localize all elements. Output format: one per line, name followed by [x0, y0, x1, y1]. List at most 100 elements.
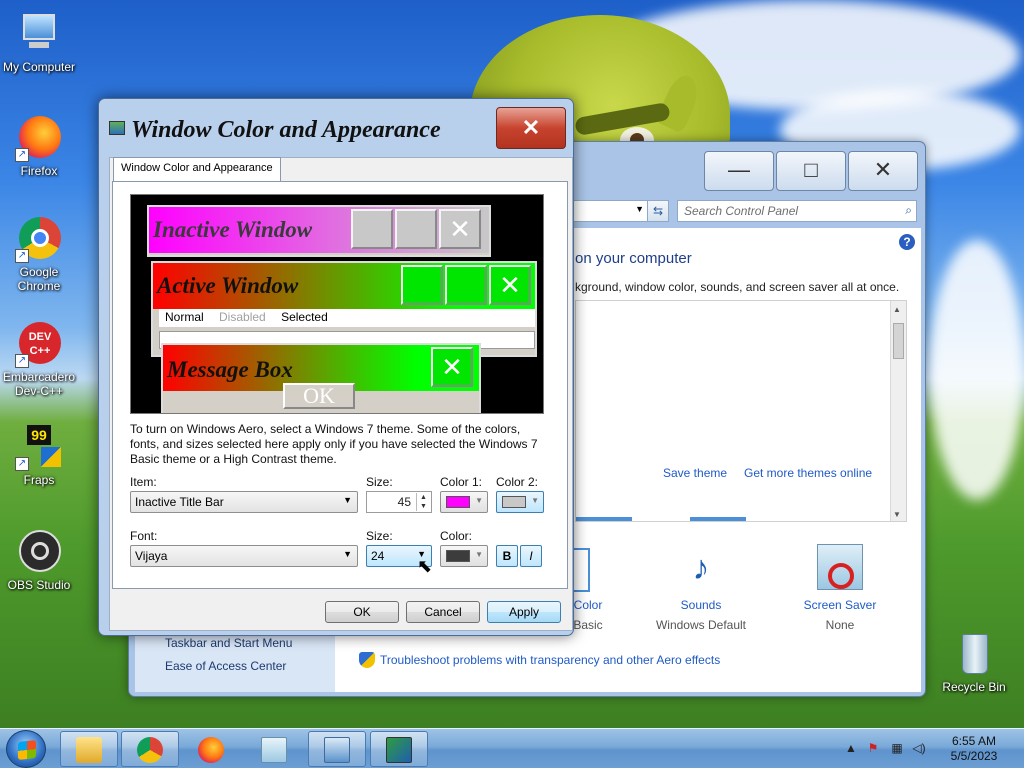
taskbar: ▲ ⚑ ▦ ◁) 6:55 AM 5/5/2023	[0, 728, 1024, 768]
ease-of-access-link[interactable]: Ease of Access Center	[165, 659, 286, 673]
screen-saver-item[interactable]: Screen Saver None	[780, 544, 900, 632]
font-size-select[interactable]: 24 ▼ ⬉	[366, 545, 432, 576]
taskbar-display-settings[interactable]	[370, 731, 428, 767]
sounds-item[interactable]: ♪ Sounds Windows Default	[641, 544, 761, 632]
clock[interactable]: 6:55 AM 5/5/2023	[934, 734, 1014, 764]
chevron-down-icon: ▼	[475, 550, 483, 559]
taskbar-notepad[interactable]	[245, 731, 303, 767]
taskbar-chrome[interactable]	[121, 731, 179, 767]
shrek-brow	[574, 101, 671, 137]
preview-ok-button[interactable]: OK	[283, 383, 355, 409]
taskbar-explorer[interactable]	[60, 731, 118, 767]
font-color-button[interactable]: ▼	[440, 545, 488, 567]
search-placeholder: Search Control Panel	[684, 204, 799, 218]
show-hidden-icons-icon[interactable]: ▲	[844, 741, 858, 755]
scroll-thumb[interactable]	[893, 323, 904, 359]
themes-list[interactable]: ▲ ▼	[575, 300, 907, 522]
item-select[interactable]: Inactive Title Bar ▼	[130, 491, 358, 513]
control-panel-icon	[324, 737, 350, 763]
font-color-swatch	[446, 550, 470, 562]
scroll-up-icon[interactable]: ▲	[893, 305, 901, 314]
dialog-close-button[interactable]: ✕	[496, 107, 566, 149]
desktop-icon-fraps[interactable]: 99 ↗ Fraps	[1, 423, 77, 487]
volume-icon[interactable]: ◁)	[912, 741, 926, 755]
apply-button[interactable]: Apply	[487, 601, 561, 623]
desktop-icon-recycle-bin[interactable]: Recycle Bin	[936, 630, 1012, 694]
preview-close-icon: ✕	[431, 347, 473, 387]
font-select[interactable]: Vijaya ▼	[130, 545, 358, 567]
shortcut-arrow-icon: ↗	[15, 148, 29, 162]
desktop-icon-devcpp[interactable]: DEV C++ ↗ Embarcadero Dev-C++	[1, 320, 77, 398]
taskbar-control-panel[interactable]	[308, 731, 366, 767]
preview-menu-bar[interactable]: Normal Disabled Selected	[159, 309, 535, 327]
network-icon[interactable]: ▦	[890, 741, 904, 755]
shield-icon	[359, 652, 375, 668]
tab-window-color-appearance[interactable]: Window Color and Appearance	[113, 157, 281, 181]
folder-icon	[76, 737, 102, 763]
bold-button[interactable]: B	[496, 545, 518, 567]
taskbar-firefox[interactable]	[182, 731, 240, 767]
menu-disabled[interactable]: Disabled	[213, 309, 272, 325]
color2-swatch	[502, 496, 526, 508]
theme-thumbnail-edge	[576, 517, 632, 521]
shortcut-arrow-icon: ↗	[15, 354, 29, 368]
desktop-icon-chrome[interactable]: ↗ Google Chrome	[1, 215, 77, 293]
minimize-button[interactable]: —	[704, 151, 774, 191]
close-button[interactable]: ✕	[848, 151, 918, 191]
refresh-button[interactable]: ⇆	[647, 200, 669, 222]
help-icon[interactable]: ?	[899, 234, 915, 250]
desktop-icon-my-computer[interactable]: My Computer	[1, 10, 77, 74]
color2-button[interactable]: ▼	[496, 491, 544, 513]
action-center-flag-icon[interactable]: ⚑	[866, 741, 880, 755]
menu-selected[interactable]: Selected	[275, 309, 334, 325]
appearance-preview[interactable]: Inactive Window ✕ Active Window ✕ Normal…	[130, 194, 544, 414]
chevron-down-icon: ▼	[475, 496, 483, 505]
font-select-value: Vijaya	[135, 549, 168, 563]
item-caption[interactable]: Sounds	[641, 598, 761, 612]
cloud	[930, 240, 1024, 500]
get-more-themes-link[interactable]: Get more themes online	[744, 466, 872, 480]
window-color-appearance-dialog[interactable]: Window Color and Appearance ✕ Window Col…	[98, 98, 574, 636]
preview-inactive-window[interactable]: Inactive Window ✕	[147, 205, 491, 257]
cancel-button[interactable]: Cancel	[406, 601, 480, 623]
start-button[interactable]	[6, 730, 46, 768]
save-theme-link[interactable]: Save theme	[663, 466, 727, 480]
spin-buttons[interactable]: ▲ ▼	[416, 493, 430, 511]
shortcut-arrow-icon: ↗	[15, 457, 29, 471]
item-caption[interactable]: Screen Saver	[780, 598, 900, 612]
aero-description: To turn on Windows Aero, select a Window…	[130, 422, 538, 466]
desktop-icon-label: Recycle Bin	[942, 680, 1006, 694]
sounds-icon: ♪	[692, 549, 710, 587]
clock-date: 5/5/2023	[950, 749, 998, 763]
color2-label: Color 2:	[496, 475, 539, 489]
chevron-down-icon[interactable]: ▼	[635, 204, 644, 214]
desktop-icon-obs[interactable]: OBS Studio	[1, 528, 77, 592]
system-tray: ▲ ⚑ ▦ ◁) 6:55 AM 5/5/2023	[842, 729, 1024, 768]
ok-button[interactable]: OK	[325, 601, 399, 623]
menu-normal[interactable]: Normal	[159, 309, 210, 325]
no-symbol-icon	[828, 563, 854, 589]
theme-thumbnail-edge	[690, 517, 746, 521]
maximize-button[interactable]: □	[776, 151, 846, 191]
search-input[interactable]: Search Control Panel ⌕	[677, 200, 917, 222]
taskbar-start-menu-link[interactable]: Taskbar and Start Menu	[165, 636, 292, 650]
firefox-icon: ↗	[15, 114, 63, 162]
troubleshoot-link[interactable]: Troubleshoot problems with transparency …	[380, 653, 720, 667]
color1-button[interactable]: ▼	[440, 491, 488, 513]
item-size-stepper[interactable]: 45 ▲ ▼	[366, 491, 432, 513]
preview-message-box[interactable]: Message Box ✕ OK	[161, 343, 481, 413]
chevron-down-icon[interactable]: ▼	[343, 549, 352, 559]
preview-close-icon: ✕	[439, 209, 481, 249]
desktop-icon-firefox[interactable]: ↗ Firefox	[1, 114, 77, 178]
scroll-down-icon[interactable]: ▼	[893, 510, 901, 519]
window-color-icon	[574, 548, 590, 592]
address-bar[interactable]: ▼	[569, 200, 649, 222]
screen-saver-icon	[817, 544, 863, 590]
preview-minimize-icon	[401, 265, 443, 305]
search-icon[interactable]: ⌕	[905, 203, 912, 218]
scrollbar[interactable]: ▲ ▼	[890, 301, 906, 521]
chevron-down-icon: ▼	[531, 496, 539, 505]
font-size-value: 24	[371, 549, 385, 563]
italic-button[interactable]: I	[520, 545, 542, 567]
chevron-down-icon[interactable]: ▼	[343, 495, 352, 505]
